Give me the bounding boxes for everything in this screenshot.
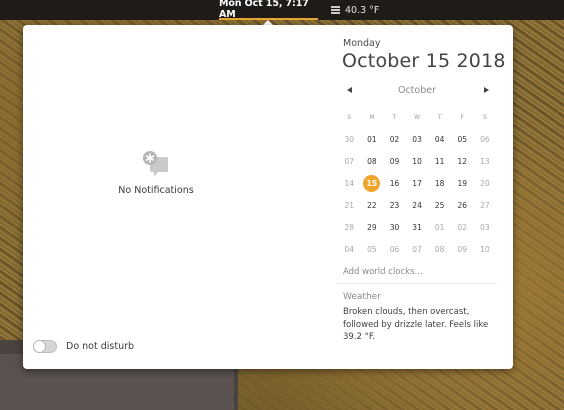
calendar-day[interactable]: 11 <box>428 150 451 172</box>
calendar-day[interactable]: 18 <box>428 172 451 194</box>
clock-label: Mon Oct 15, 7:17 AM <box>219 0 309 20</box>
calendar-day[interactable]: 17 <box>406 172 429 194</box>
weekday-header: T <box>392 113 397 121</box>
weekday-header: M <box>369 113 375 121</box>
calendar-day[interactable]: 10 <box>406 150 429 172</box>
calendar-day[interactable]: 04 <box>428 128 451 150</box>
do-not-disturb-row: Do not disturb <box>33 340 134 353</box>
calendar-day[interactable]: 25 <box>428 194 451 216</box>
calendar-day[interactable]: 24 <box>406 194 429 216</box>
calendar-day[interactable]: 02 <box>451 216 474 238</box>
do-not-disturb-switch[interactable] <box>33 340 57 353</box>
no-notifications-label: No Notifications <box>118 185 194 196</box>
weather-summary: Broken clouds, then overcast, followed b… <box>343 307 489 342</box>
weekday-header: S <box>482 113 487 121</box>
calendar-day[interactable]: 01 <box>361 128 384 150</box>
full-date: October 15 2018 <box>342 50 506 72</box>
calendar-day[interactable]: 28 <box>338 216 361 238</box>
weekday-header: F <box>460 113 464 121</box>
calendar-day[interactable]: 08 <box>428 238 451 260</box>
do-not-disturb-label: Do not disturb <box>66 341 135 352</box>
weekday-header: T <box>437 113 442 121</box>
weekday-header: W <box>414 113 421 121</box>
calendar-day[interactable]: 03 <box>474 216 497 238</box>
calendar-day[interactable]: 04 <box>338 238 361 260</box>
calendar-day[interactable]: 12 <box>451 150 474 172</box>
switch-knob <box>33 340 46 353</box>
calendar-day[interactable]: 19 <box>451 172 474 194</box>
calendar-day[interactable]: 16 <box>383 172 406 194</box>
add-world-clocks-link[interactable]: Add world clocks… <box>343 267 423 277</box>
calendar-day[interactable]: 03 <box>406 128 429 150</box>
calendar-day[interactable]: 08 <box>361 150 384 172</box>
calendar-day[interactable]: 21 <box>338 194 361 216</box>
today-marker: 15 <box>363 174 381 192</box>
calendar-day[interactable]: 14 <box>338 172 361 194</box>
weather-heading: Weather <box>343 292 381 302</box>
calendar-day[interactable]: 27 <box>474 194 497 216</box>
calendar-day[interactable]: 06 <box>474 128 497 150</box>
calendar-day[interactable]: 01 <box>428 216 451 238</box>
notifications-empty-state: No Notifications <box>100 150 212 196</box>
calendar-day[interactable]: 20 <box>474 172 497 194</box>
date-time-indicator[interactable]: Mon Oct 15, 7:17 AM <box>219 0 318 20</box>
calendar-day[interactable]: 30 <box>338 128 361 150</box>
weather-indicator[interactable]: 40.3 °F <box>331 0 379 20</box>
calendar-day[interactable]: 31 <box>406 216 429 238</box>
next-month-icon[interactable] <box>484 87 489 93</box>
calendar-day[interactable]: 10 <box>474 238 497 260</box>
calendar-day[interactable]: 09 <box>451 238 474 260</box>
calendar-day[interactable]: 30 <box>383 216 406 238</box>
calendar-day[interactable]: 29 <box>361 216 384 238</box>
weekday-header: S <box>347 113 352 121</box>
day-name: Monday <box>343 38 381 49</box>
calendar-day[interactable]: 06 <box>383 238 406 260</box>
calendar-day[interactable]: 07 <box>406 238 429 260</box>
calendar-day[interactable]: 23 <box>383 194 406 216</box>
calendar-day[interactable]: 22 <box>361 194 384 216</box>
calendar-month-label: October <box>397 85 437 96</box>
calendar-grid: S M T W T F S 30 01 02 03 04 05 06 07 08… <box>338 106 496 260</box>
calendar-day-today[interactable]: 15 <box>361 172 384 194</box>
divider <box>337 283 497 284</box>
calendar-day[interactable]: 05 <box>361 238 384 260</box>
fog-icon <box>331 6 340 14</box>
calendar-navigation: October <box>343 83 491 99</box>
calendar-day[interactable]: 09 <box>383 150 406 172</box>
calendar-day[interactable]: 05 <box>451 128 474 150</box>
calendar-day[interactable]: 07 <box>338 150 361 172</box>
notifications-icon <box>143 151 168 177</box>
temperature-label: 40.3 °F <box>345 4 380 16</box>
calendar-day[interactable]: 02 <box>383 128 406 150</box>
calendar-day[interactable]: 26 <box>451 194 474 216</box>
top-bar: Mon Oct 15, 7:17 AM 40.3 °F <box>0 0 564 20</box>
calendar-day[interactable]: 13 <box>474 150 497 172</box>
